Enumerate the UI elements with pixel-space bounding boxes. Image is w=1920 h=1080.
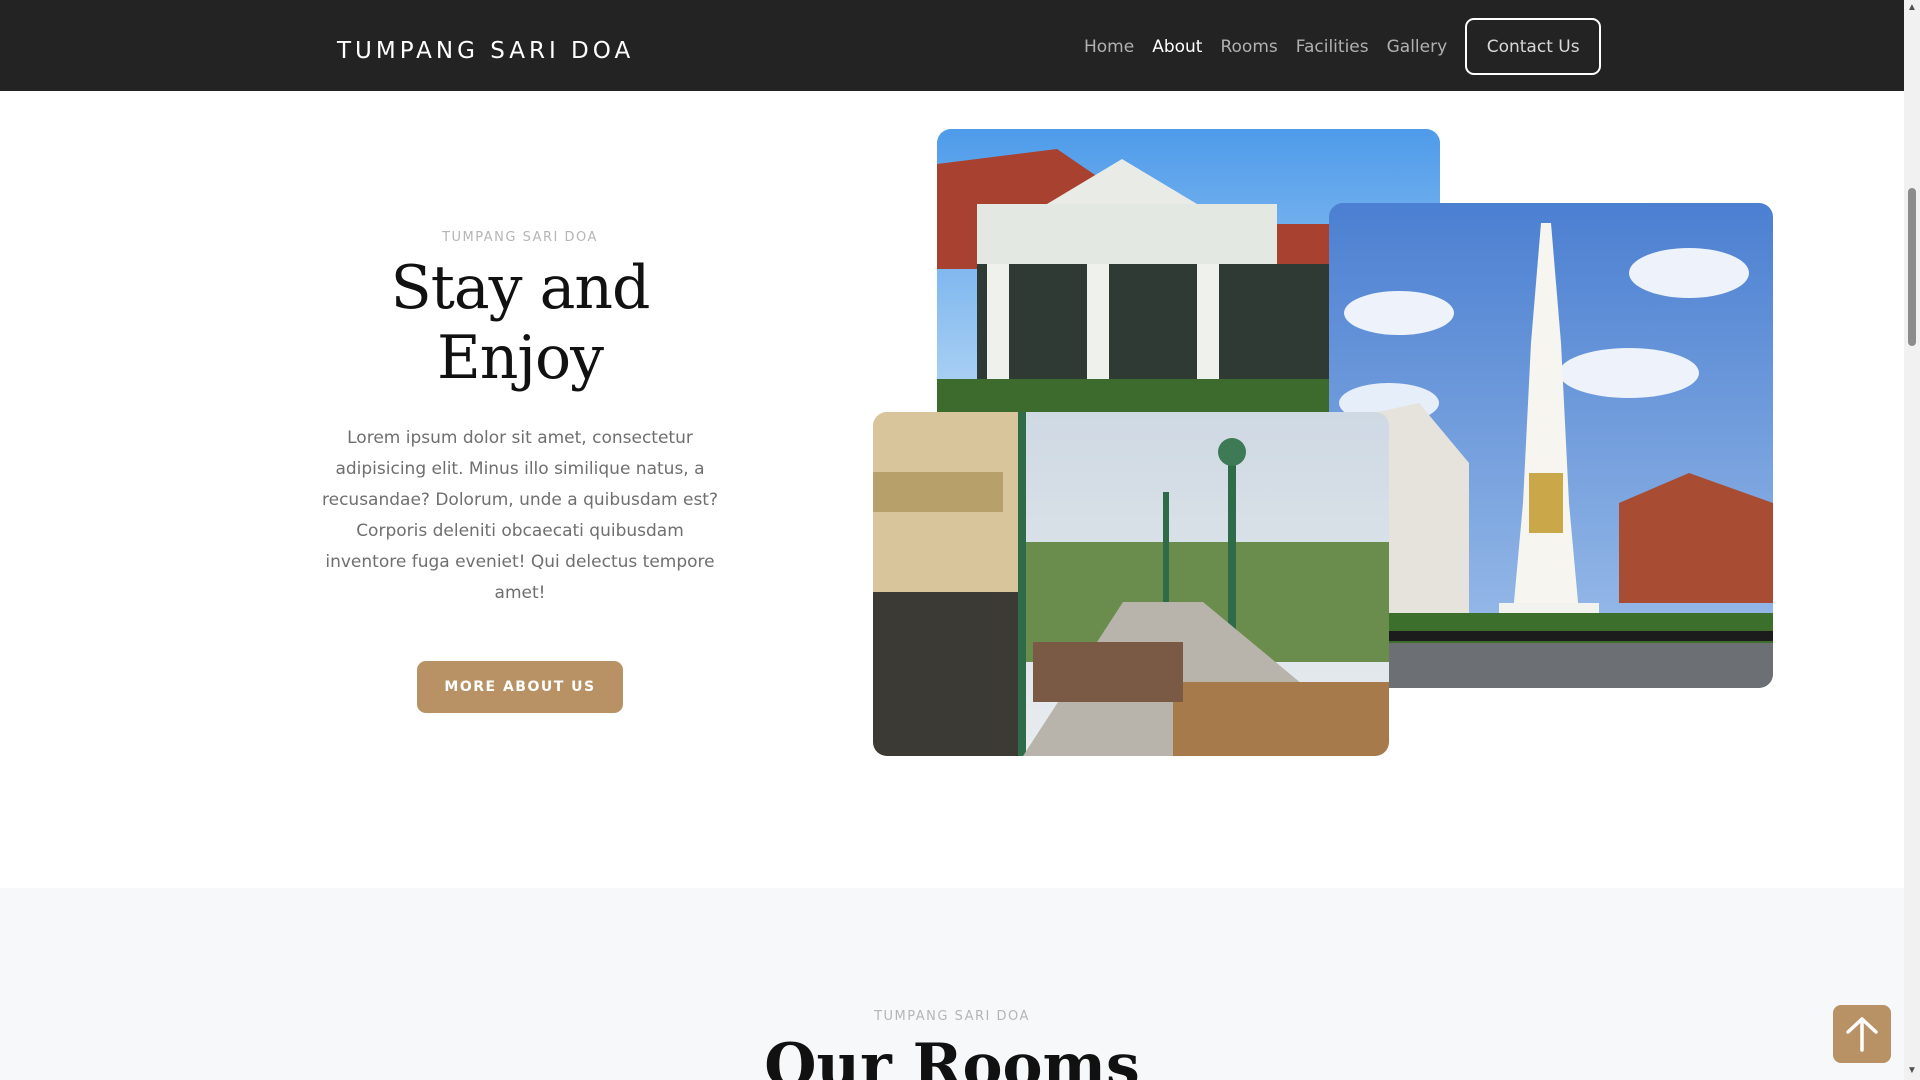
malioboro-street-photo	[873, 412, 1389, 756]
nav-link-about[interactable]: About	[1152, 37, 1202, 57]
scroll-up-icon[interactable]: ▲	[1907, 3, 1917, 13]
nav-link-gallery[interactable]: Gallery	[1387, 37, 1448, 57]
nav-links: Home About Rooms Facilities Gallery Cont…	[1084, 18, 1602, 75]
page-scrollbar[interactable]: ▲ ▼	[1904, 0, 1920, 1080]
about-eyebrow: TUMPANG SARI DOA	[442, 230, 598, 245]
nav-link-rooms[interactable]: Rooms	[1220, 37, 1277, 57]
contact-us-button[interactable]: Contact Us	[1465, 18, 1602, 75]
about-section: TUMPANG SARI DOA Stay and Enjoy Lorem ip…	[300, 230, 740, 713]
tugu-monument-photo	[1329, 203, 1773, 688]
nav-link-home[interactable]: Home	[1084, 37, 1134, 57]
navbar: TUMPANG SARI DOA Home About Rooms Facili…	[0, 0, 1904, 91]
about-description: Lorem ipsum dolor sit amet, consectetur …	[322, 428, 718, 603]
rooms-section: TUMPANG SARI DOA Our Rooms	[0, 888, 1904, 1080]
scrollbar-thumb[interactable]	[1908, 188, 1916, 346]
nav-link-facilities[interactable]: Facilities	[1296, 37, 1369, 57]
brand-logo[interactable]: TUMPANG SARI DOA	[337, 38, 634, 64]
rooms-eyebrow: TUMPANG SARI DOA	[874, 1009, 1030, 1024]
back-to-top-button[interactable]	[1833, 1005, 1891, 1063]
arrow-up-icon	[1846, 1017, 1878, 1052]
more-about-us-button[interactable]: MORE ABOUT US	[417, 661, 623, 713]
about-title: Stay and Enjoy	[390, 253, 651, 393]
rooms-title: Our Rooms	[764, 1031, 1140, 1080]
scroll-down-icon[interactable]: ▼	[1907, 1066, 1917, 1076]
